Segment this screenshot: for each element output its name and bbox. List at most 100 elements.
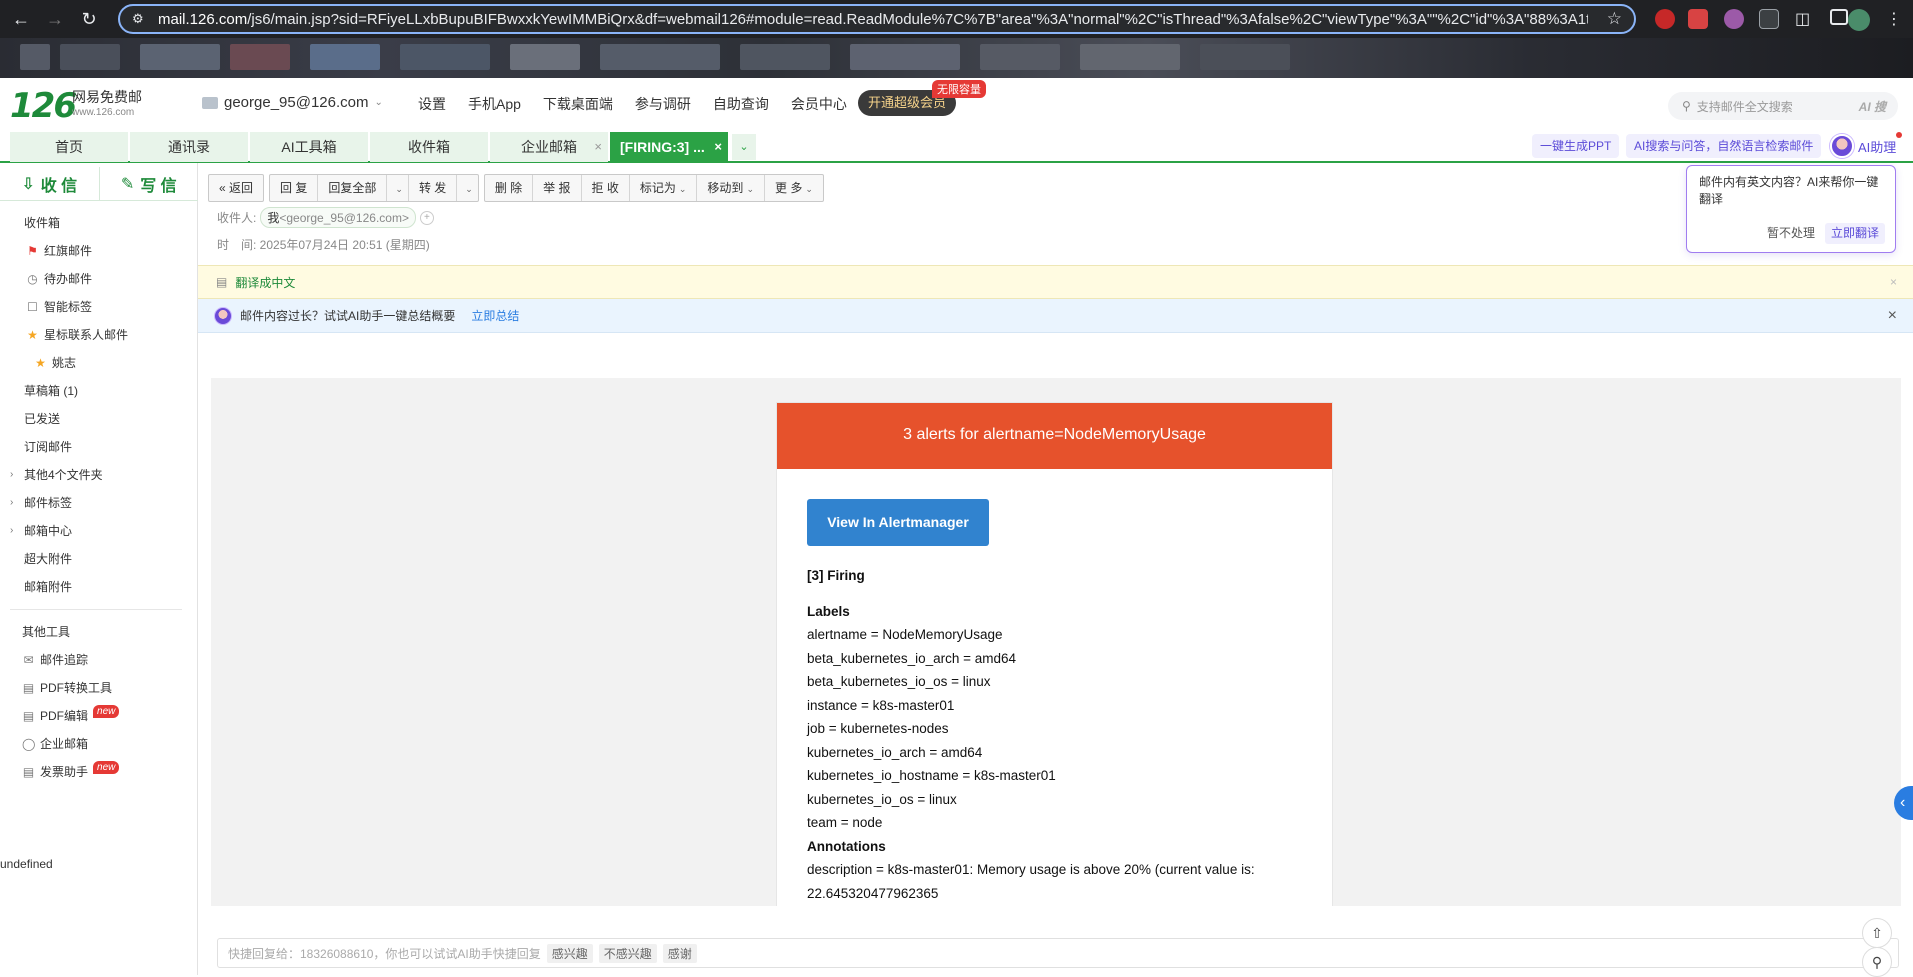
reload-icon[interactable]: ↻: [72, 2, 106, 36]
sidebar-item-enterprise[interactable]: ◯ 企业邮箱: [0, 730, 198, 758]
sidebar-item-subscriptions[interactable]: 订阅邮件: [0, 433, 198, 461]
forward-chevron-down-icon[interactable]: ⌄: [457, 175, 478, 201]
back-arrow-icon[interactable]: ←: [4, 2, 38, 36]
bookmark-item[interactable]: [980, 44, 1060, 70]
site-info-icon[interactable]: ⚙: [132, 11, 152, 27]
sidebar-item-inbox[interactable]: 收件箱: [0, 209, 198, 237]
sidebar-item-star-contacts[interactable]: ★ 星标联系人邮件: [0, 321, 198, 349]
bookmark-item[interactable]: [850, 44, 960, 70]
bookmark-item[interactable]: [510, 44, 580, 70]
zoom-icon[interactable]: ⚲: [1862, 947, 1892, 977]
reply-all-button[interactable]: 回复全部: [318, 175, 388, 201]
logo[interactable]: 126: [10, 86, 77, 126]
sidebar-item-mail-tracking[interactable]: ✉ 邮件追踪: [0, 646, 198, 674]
puzzle-extensions-icon[interactable]: ◫: [1795, 9, 1815, 29]
sidebar-item-pdf-convert[interactable]: ▤ PDF转换工具: [0, 674, 198, 702]
search-input[interactable]: ⚲ 支持邮件全文搜索 AI 搜: [1668, 92, 1898, 120]
tab-inbox[interactable]: 收件箱: [370, 132, 488, 162]
nav-member-center[interactable]: 会员中心: [791, 94, 847, 114]
menu-dots-icon[interactable]: ⋮: [1886, 9, 1906, 29]
sidebar-item-smart-tags[interactable]: ☐ 智能标签: [0, 293, 198, 321]
scroll-to-top-icon[interactable]: ⇧: [1862, 918, 1892, 948]
tab-firing-email[interactable]: [FIRING:3] ... ×: [610, 132, 728, 162]
tab-ai-toolbox[interactable]: AI工具箱: [250, 132, 368, 162]
reject-button[interactable]: 拒 收: [582, 175, 630, 201]
report-button[interactable]: 举 报: [533, 175, 582, 201]
sidebar-item-big-attachments[interactable]: 超大附件: [0, 545, 198, 573]
sidebar-item-mail-labels[interactable]: › 邮件标签: [0, 489, 198, 517]
back-button[interactable]: « 返回: [209, 175, 263, 201]
sidebar-item-todo[interactable]: ◷ 待办邮件: [0, 265, 198, 293]
nav-mobile-app[interactable]: 手机App: [468, 94, 521, 114]
quick-reply-chip[interactable]: 感兴趣: [546, 943, 593, 963]
ai-search-button[interactable]: AI 搜: [1859, 98, 1886, 115]
write-mail-button[interactable]: ✎ 写 信: [98, 167, 199, 200]
chevron-right-icon[interactable]: ›: [10, 517, 13, 545]
sidebar-panel-icon[interactable]: [1830, 9, 1848, 25]
tab-home[interactable]: 首页: [10, 132, 128, 162]
tab-contacts[interactable]: 通讯录: [130, 132, 248, 162]
bookmark-item[interactable]: [140, 44, 220, 70]
close-icon[interactable]: ×: [1890, 275, 1897, 289]
extension-icon[interactable]: [1655, 9, 1675, 29]
sidebar-item-other-folders[interactable]: › 其他4个文件夹: [0, 461, 198, 489]
sidebar-item-sent[interactable]: 已发送: [0, 405, 198, 433]
receive-mail-button[interactable]: ⇩ 收 信: [0, 167, 99, 200]
delete-button[interactable]: 删 除: [485, 175, 534, 201]
bookmark-item[interactable]: [20, 44, 50, 70]
sidebar-item-pdf-edit[interactable]: ▤ PDF编辑 new: [0, 702, 198, 730]
quick-reply-input[interactable]: 快捷回复给：18326088610，你也可以试试AI助手快捷回复 感兴趣 不感兴…: [217, 938, 1899, 968]
translate-link[interactable]: 翻译成中文: [235, 274, 295, 291]
bookmark-item[interactable]: [1080, 44, 1180, 70]
bookmark-item[interactable]: [310, 44, 380, 70]
sidebar-item-drafts[interactable]: 草稿箱 (1): [0, 377, 198, 405]
account-switcher[interactable]: george_95@126.com ⌄: [202, 94, 383, 111]
nav-self-service[interactable]: 自助查询: [713, 94, 769, 114]
view-in-alertmanager-button[interactable]: View In Alertmanager: [807, 499, 989, 546]
bookmark-item[interactable]: [600, 44, 720, 70]
bookmark-item[interactable]: [60, 44, 120, 70]
profile-avatar[interactable]: [1848, 9, 1870, 31]
tabs-more-chevron-icon[interactable]: ⌄: [732, 134, 756, 160]
sidebar-item-flagged[interactable]: ⚑ 红旗邮件: [0, 237, 198, 265]
reply-button[interactable]: 回 复: [270, 175, 319, 201]
move-to-dropdown[interactable]: 移动到 ⌄: [697, 175, 765, 201]
bookmark-item[interactable]: [1200, 44, 1290, 70]
chevron-right-icon[interactable]: ›: [10, 461, 13, 489]
translate-now-button[interactable]: 立即翻译: [1824, 223, 1885, 244]
forward-arrow-icon[interactable]: →: [38, 2, 72, 36]
close-icon[interactable]: ×: [594, 132, 602, 162]
bookmark-star-icon[interactable]: ☆: [1607, 9, 1622, 29]
dismiss-button[interactable]: 暂不处理: [1767, 225, 1815, 242]
mark-as-dropdown[interactable]: 标记为 ⌄: [630, 175, 698, 201]
bookmark-item[interactable]: [230, 44, 290, 70]
bookmark-item[interactable]: [400, 44, 490, 70]
close-icon[interactable]: ×: [714, 132, 722, 162]
add-contact-icon[interactable]: +: [419, 210, 434, 225]
nav-settings[interactable]: 设置: [418, 94, 446, 114]
more-dropdown[interactable]: 更 多 ⌄: [765, 175, 823, 201]
quick-reply-chip[interactable]: 不感兴趣: [598, 943, 657, 963]
nav-desktop-download[interactable]: 下载桌面端: [543, 94, 613, 114]
extension-icon[interactable]: [1759, 9, 1779, 29]
address-bar[interactable]: ⚙ mail.126.com/js6/main.jsp?sid=RFiyeLLx…: [118, 4, 1636, 34]
recipient-chip[interactable]: 我<george_95@126.com>: [260, 207, 416, 228]
bookmark-item[interactable]: [740, 44, 830, 70]
generate-ppt-button[interactable]: 一键生成PPT: [1532, 134, 1620, 158]
extension-icon[interactable]: [1724, 9, 1744, 29]
sidebar-item-invoice[interactable]: ▤ 发票助手 new: [0, 758, 198, 786]
sidebar-item-attachments[interactable]: 邮箱附件: [0, 573, 198, 601]
summarize-now-link[interactable]: 立即总结: [471, 307, 519, 324]
nav-survey[interactable]: 参与调研: [635, 94, 691, 114]
sidebar-item-yao[interactable]: ★ 姚志: [0, 349, 198, 377]
quick-reply-chip[interactable]: 感谢: [662, 943, 697, 963]
close-icon[interactable]: ×: [1888, 307, 1897, 325]
forward-button[interactable]: 转 发: [409, 175, 458, 201]
chevron-right-icon[interactable]: ›: [10, 489, 13, 517]
tab-enterprise-mail[interactable]: 企业邮箱 ×: [490, 132, 608, 162]
ai-search-qa-button[interactable]: AI搜索与问答，自然语言检索邮件: [1626, 134, 1822, 158]
reply-all-chevron-down-icon[interactable]: ⌄: [387, 175, 409, 201]
ai-assistant-button[interactable]: AI助理: [1830, 132, 1903, 160]
sidebar-item-mail-center[interactable]: › 邮箱中心: [0, 517, 198, 545]
shield-extension-icon[interactable]: [1688, 9, 1708, 29]
